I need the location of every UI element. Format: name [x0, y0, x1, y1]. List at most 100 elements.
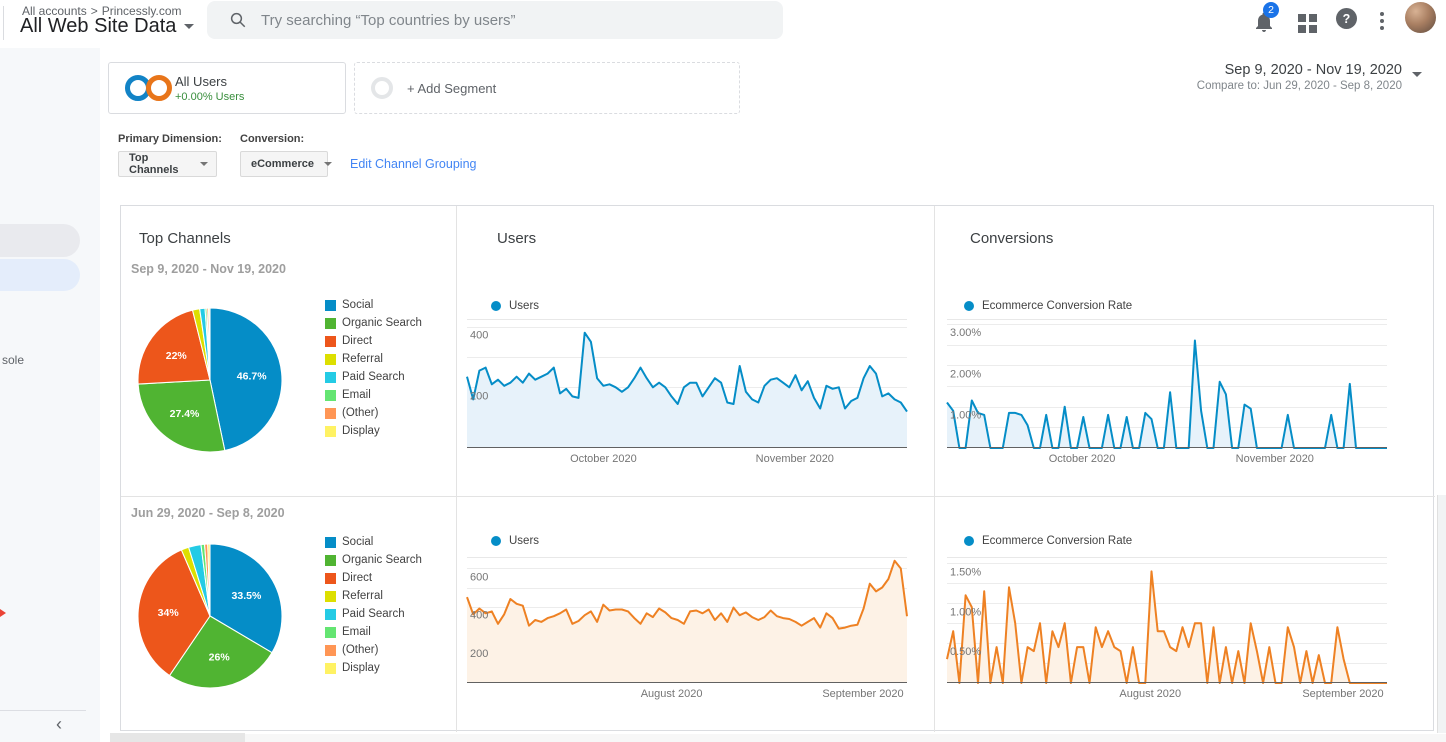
x-axis-label: November 2020: [755, 453, 834, 465]
legend-item-email[interactable]: Email: [325, 623, 422, 641]
sidebar-attribution-beta-icon[interactable]: [0, 609, 6, 617]
sidebar-item-search-console-truncated[interactable]: sole: [2, 353, 24, 367]
sidebar-item-hover-pill[interactable]: [0, 224, 80, 257]
legend-dot-icon: [964, 536, 974, 546]
y-axis-label: 1.00%: [950, 606, 981, 618]
legend-swatch-icon: [325, 572, 336, 584]
legend-conversion-rate-comparison[interactable]: Ecommerce Conversion Rate: [964, 535, 1132, 547]
legend-swatch-icon: [325, 371, 336, 383]
segment-all-users-card[interactable]: All Users +0.00% Users: [108, 62, 346, 114]
help-icon[interactable]: ?: [1336, 8, 1357, 29]
top-channels-panel-comparison: Jun 29, 2020 - Sep 8, 2020 33.5% 26% 34% S…: [121, 496, 456, 732]
date-range-selector[interactable]: Sep 9, 2020 - Nov 19, 2020 Compare to: J…: [1197, 62, 1402, 92]
legend-item-social[interactable]: Social: [325, 533, 422, 551]
legend-item-organic-search[interactable]: Organic Search: [325, 314, 422, 332]
legend-item-paid-search[interactable]: Paid Search: [325, 605, 422, 623]
segment-delta: +0.00% Users: [175, 91, 245, 103]
legend-users-comparison[interactable]: Users: [491, 535, 539, 547]
top-header: All accounts > Princessly.com All Web Site…: [0, 0, 1446, 48]
edit-channel-grouping-link[interactable]: Edit Channel Grouping: [350, 157, 476, 171]
legend-dot-icon: [491, 301, 501, 311]
legend-users-current[interactable]: Users: [491, 300, 539, 312]
legend-swatch-icon: [325, 353, 336, 365]
vertical-scrollbar[interactable]: [1437, 495, 1446, 742]
primary-dimension-dropdown[interactable]: Top Channels: [118, 151, 217, 177]
legend-item-display[interactable]: Display: [325, 422, 422, 440]
conversions-panel-comparison: Ecommerce Conversion Rate 0.50% 1.00% 1.50…: [934, 496, 1435, 732]
y-axis-label: 400: [470, 610, 488, 622]
sidebar-divider: [0, 710, 86, 711]
pie-slice-label: 22%: [166, 350, 188, 362]
search-bar[interactable]: [207, 1, 783, 39]
page-title: All Web Site Data: [20, 15, 177, 37]
top-channels-pie-chart-current[interactable]: 46.7% 27.4% 22%: [135, 305, 285, 455]
analytics-app: All accounts > Princessly.com All Web Site…: [0, 0, 1446, 742]
panel-title: Users: [497, 230, 537, 247]
x-axis-label: September 2020: [1302, 688, 1384, 700]
add-segment-circle-icon: [371, 77, 393, 99]
top-channels-pie-chart-comparison[interactable]: 33.5% 26% 34%: [135, 541, 285, 691]
y-axis-label: 2.00%: [950, 368, 981, 380]
segment-title: All Users: [175, 74, 228, 89]
report-comparison-grid: Top Channels Sep 9, 2020 - Nov 19, 2020 …: [120, 205, 1435, 732]
legend-item-direct[interactable]: Direct: [325, 569, 422, 587]
panel-title: Top Channels: [139, 230, 231, 247]
users-area-chart-comparison[interactable]: 200 400 600 August 2020 September 2020: [466, 557, 908, 700]
legend-swatch-icon: [325, 662, 336, 674]
search-input[interactable]: [261, 11, 741, 29]
conversions-area-chart-current[interactable]: 1.00% 2.00% 3.00% October 2020 November 2020: [946, 319, 1387, 465]
top-channels-panel-current: Top Channels Sep 9, 2020 - Nov 19, 2020 …: [121, 206, 456, 496]
pie-slice-label: 27.4%: [170, 408, 200, 420]
legend-dot-icon: [964, 301, 974, 311]
y-axis-label: 1.50%: [950, 566, 981, 578]
legend-item-paid-search[interactable]: Paid Search: [325, 368, 422, 386]
date-range-compare: Compare to: Jun 29, 2020 - Sep 8, 2020: [1196, 80, 1402, 92]
legend-item-organic-search[interactable]: Organic Search: [325, 551, 422, 569]
chevron-down-icon: [323, 162, 332, 166]
conversions-panel-current: Conversions Ecommerce Conversion Rate 1.…: [934, 206, 1435, 496]
series-area-fill: [467, 332, 907, 448]
legend-item-social[interactable]: Social: [325, 296, 422, 314]
legend-swatch-icon: [325, 554, 336, 566]
property-selector[interactable]: All Web Site Data: [20, 15, 195, 38]
header-left-divider: [3, 6, 4, 40]
legend-swatch-icon: [325, 590, 336, 602]
series-line: [466, 559, 908, 630]
y-axis-label: 600: [470, 571, 488, 583]
horizontal-scrollbar-track[interactable]: [110, 733, 1446, 742]
legend-item-display[interactable]: Display: [325, 659, 422, 677]
pie-legend-comparison: Social Organic Search Direct Referral Paid S…: [325, 533, 422, 677]
users-area-chart-current[interactable]: 200 400 October 2020 November 2020: [466, 319, 908, 465]
legend-item-referral[interactable]: Referral: [325, 587, 422, 605]
date-range-chevron-icon[interactable]: [1412, 72, 1422, 77]
legend-item-direct[interactable]: Direct: [325, 332, 422, 350]
conversions-area-chart-comparison[interactable]: 0.50% 1.00% 1.50% August 2020 September 2020: [946, 557, 1387, 700]
apps-grid-icon[interactable]: [1298, 14, 1317, 33]
sidebar: sole ‹: [0, 48, 100, 742]
add-segment-button[interactable]: + Add Segment: [354, 62, 740, 114]
pie-slice-label: 34%: [158, 607, 180, 619]
conversion-dropdown[interactable]: eCommerce: [240, 151, 332, 177]
sidebar-item-selected-pill[interactable]: [0, 259, 80, 291]
chevron-down-icon: [184, 24, 195, 29]
legend-item-email[interactable]: Email: [325, 386, 422, 404]
legend-swatch-icon: [325, 644, 336, 656]
legend-swatch-icon: [325, 626, 336, 638]
legend-swatch-icon: [325, 317, 336, 329]
users-panel-comparison: Users 200 400 600 August 2020 September 2020: [456, 496, 934, 732]
legend-conversion-rate-current[interactable]: Ecommerce Conversion Rate: [964, 300, 1132, 312]
x-axis-label: September 2020: [822, 688, 904, 700]
legend-swatch-icon: [325, 299, 336, 311]
panel-title: Conversions: [970, 230, 1054, 247]
x-axis-label: August 2020: [640, 688, 703, 700]
legend-item--other-[interactable]: (Other): [325, 641, 422, 659]
users-panel-current: Users Users 200 400 October 2020 November 2…: [456, 206, 934, 496]
legend-dot-icon: [491, 536, 501, 546]
legend-item--other-[interactable]: (Other): [325, 404, 422, 422]
x-axis-label: October 2020: [1048, 453, 1116, 465]
sidebar-collapse-button[interactable]: ‹: [56, 714, 62, 735]
legend-item-referral[interactable]: Referral: [325, 350, 422, 368]
user-avatar[interactable]: [1405, 2, 1436, 33]
horizontal-scrollbar-thumb[interactable]: [245, 733, 1446, 742]
more-options-icon[interactable]: [1372, 10, 1392, 32]
